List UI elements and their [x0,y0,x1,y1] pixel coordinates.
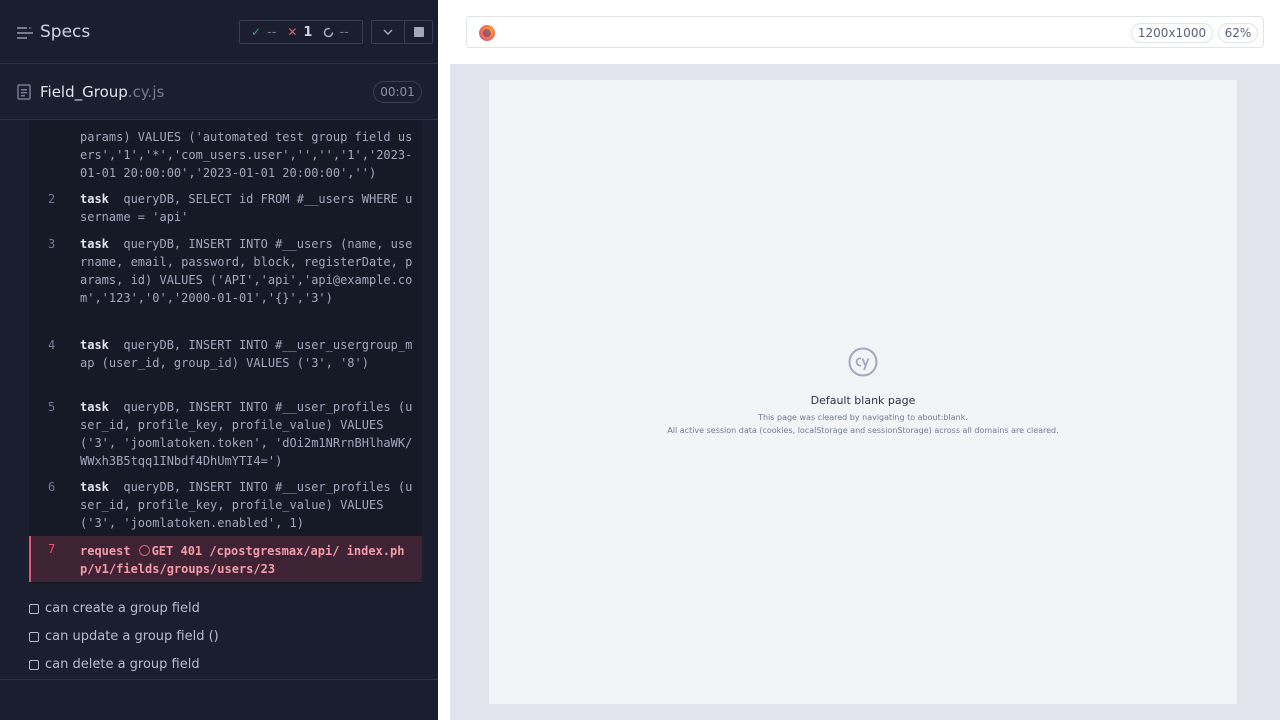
test-status-icon [29,659,39,670]
command-row[interactable]: task queryDB, SELECT id FROM #__users WH… [80,190,415,226]
pending-circle-icon [321,27,335,38]
command-row[interactable]: task queryDB, INSERT INTO #__user_usergr… [80,336,415,372]
command-row[interactable]: task queryDB, INSERT INTO #__user_profil… [80,478,415,532]
command-number: 2 [48,192,56,206]
command-message: queryDB, INSERT INTO #__users (name, use… [80,237,413,305]
stat-passed: ✓ -- [249,25,276,40]
blank-page-description: All active session data (cookies, localS… [667,426,1059,435]
test-item[interactable]: can create a group field [29,601,200,616]
command-name: task [80,338,109,352]
command-row[interactable]: task queryDB, INSERT INTO #__user_profil… [80,398,415,470]
stat-failed: ✕ 1 [285,25,312,40]
test-status-icon [29,631,39,642]
x-icon: ✕ [287,25,298,39]
test-item[interactable]: can update a group field () [29,629,219,644]
firefox-icon[interactable] [479,25,495,41]
failed-request-icon [138,545,150,556]
command-name: task [80,400,109,414]
spec-file-header: Field_Group.cy.js 00:01 [0,65,438,120]
chevron-down-icon [383,29,393,35]
failed-command-row[interactable]: request GET 401 /cpostgresmax/api/ index.… [80,542,415,578]
command-message: queryDB, INSERT INTO #__user_usergroup_m… [80,338,413,370]
reporter-divider [0,679,438,680]
spec-file-basename: Field_Group [40,83,128,101]
command-name: task [80,192,109,206]
test-status-icon [29,603,39,614]
test-title: can update a group field () [45,629,219,644]
specs-menu-icon[interactable] [17,26,33,40]
url-bar[interactable]: 1200x1000 62% [466,16,1264,48]
spec-file-extension: .cy.js [127,83,165,101]
command-log[interactable]: params) VALUES ('automated test group fi… [0,120,438,586]
command-name: task [80,237,109,251]
cypress-logo-icon [848,347,878,377]
stop-icon [413,27,424,37]
duration-badge: 00:01 [373,81,422,103]
check-icon: ✓ [250,25,262,39]
test-stats: ✓ -- ✕ 1 -- [239,20,363,44]
specs-header: Specs ✓ -- ✕ 1 -- [0,0,438,64]
command-number: 6 [48,480,56,494]
command-name: request [80,544,131,558]
panel-resize-handle[interactable] [438,64,450,720]
pending-count: -- [339,24,349,40]
blank-page-title: Default blank page [810,394,916,407]
command-number: 3 [48,237,56,251]
command-message: queryDB, INSERT INTO #__user_profiles (u… [80,480,413,530]
command-message: queryDB, SELECT id FROM #__users WHERE u… [80,192,413,224]
stat-pending: -- [321,24,349,40]
viewport-size-badge[interactable]: 1200x1000 [1131,23,1213,43]
test-item[interactable]: can delete a group field [29,657,200,672]
command-number: 7 [48,542,56,556]
command-message: params) VALUES ('automated test group fi… [80,130,413,180]
spec-file-name[interactable]: Field_Group.cy.js [40,83,164,101]
collapse-button[interactable] [371,20,405,44]
specs-title[interactable]: Specs [40,22,90,42]
blank-page-description: This page was cleared by navigating to a… [758,413,968,422]
stop-button[interactable] [404,20,433,44]
firefox-icon-center [483,29,491,37]
test-title: can delete a group field [45,657,200,672]
failed-count: 1 [303,24,313,40]
document-icon [17,84,31,100]
command-number: 5 [48,400,56,414]
test-title: can create a group field [45,601,200,616]
command-name: task [80,480,109,494]
command-message: queryDB, INSERT INTO #__user_profiles (u… [80,400,413,468]
reporter-panel: Specs ✓ -- ✕ 1 -- Field_Group.cy.js 00:0… [0,0,438,720]
aut-iframe[interactable]: Default blank page This page was cleared… [489,80,1237,704]
zoom-badge[interactable]: 62% [1218,23,1258,43]
command-row[interactable]: params) VALUES ('automated test group fi… [80,128,415,182]
command-row[interactable]: task queryDB, INSERT INTO #__users (name… [80,235,415,307]
passed-count: -- [267,24,277,40]
command-number: 4 [48,338,56,352]
